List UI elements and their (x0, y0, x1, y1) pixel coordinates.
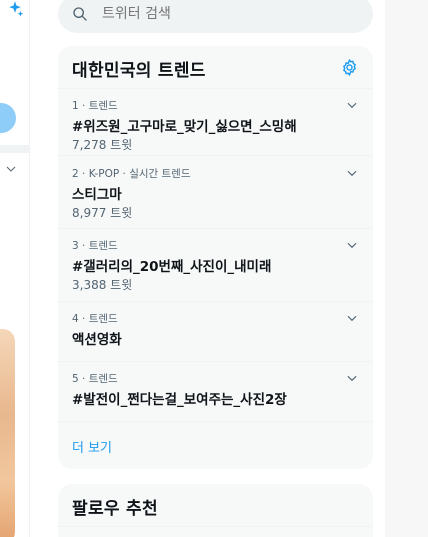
trend-item[interactable]: 4 · 트렌드 액션영화 (58, 301, 373, 362)
media-image[interactable] (0, 329, 15, 537)
chevron-down-icon[interactable] (345, 371, 359, 385)
show-more-link[interactable]: 더 보기 (72, 437, 112, 456)
trend-count: 3,388 트윗 (72, 278, 133, 292)
chevron-down-icon[interactable] (345, 98, 359, 112)
page: 대한민국의 트렌드 1 · 트렌드 #위즈원_고구마로_맞기_싫으면_스밍해 7… (0, 0, 428, 537)
trend-item[interactable]: 2 · K-POP · 실시간 트렌드 스티그마 8,977 트윗 (58, 156, 373, 229)
search-bar[interactable] (58, 0, 373, 33)
follow-header: 팔로우 추천 (58, 484, 373, 527)
trends-title: 대한민국의 트렌드 (72, 61, 206, 81)
chevron-down-icon[interactable] (345, 238, 359, 252)
divider (0, 145, 29, 153)
compose-button-edge[interactable] (0, 103, 16, 133)
trend-item[interactable]: 1 · 트렌드 #위즈원_고구마로_맞기_싫으면_스밍해 7,278 트윗 (58, 88, 373, 156)
main-column-edge (0, 0, 30, 537)
trend-title[interactable]: #발전이_쩐다는걸_보여주는_사진2장 (72, 388, 287, 408)
trend-title[interactable]: 액션영화 (72, 328, 122, 348)
trend-meta: 2 · K-POP · 실시간 트렌드 (72, 168, 191, 180)
trend-title[interactable]: #갤러리의_20번째_사진이_내미래 (72, 255, 271, 275)
trend-count: 8,977 트윗 (72, 206, 133, 220)
who-to-follow-panel: 팔로우 추천 (58, 484, 373, 537)
follow-title: 팔로우 추천 (72, 499, 158, 519)
gear-icon[interactable] (340, 58, 359, 77)
right-margin (385, 0, 428, 537)
search-input[interactable] (102, 4, 352, 24)
trend-meta: 5 · 트렌드 (72, 373, 118, 385)
sparkle-icon[interactable] (5, 0, 25, 20)
trends-panel: 대한민국의 트렌드 1 · 트렌드 #위즈원_고구마로_맞기_싫으면_스밍해 7… (58, 46, 373, 469)
trend-meta: 1 · 트렌드 (72, 100, 118, 112)
trend-meta: 4 · 트렌드 (72, 313, 118, 325)
trend-title[interactable]: #위즈원_고구마로_맞기_싫으면_스밍해 (72, 115, 297, 135)
trend-item[interactable]: 3 · 트렌드 #갤러리의_20번째_사진이_내미래 3,388 트윗 (58, 228, 373, 302)
trend-title[interactable]: 스티그마 (72, 183, 122, 203)
trend-meta: 3 · 트렌드 (72, 240, 118, 252)
chevron-down-icon[interactable] (5, 163, 17, 175)
chevron-down-icon[interactable] (345, 166, 359, 180)
chevron-down-icon[interactable] (345, 311, 359, 325)
trend-count: 7,278 트윗 (72, 138, 133, 152)
search-icon (72, 6, 88, 22)
trends-header: 대한민국의 트렌드 (58, 46, 373, 89)
trend-item[interactable]: 5 · 트렌드 #발전이_쩐다는걸_보여주는_사진2장 (58, 361, 373, 422)
